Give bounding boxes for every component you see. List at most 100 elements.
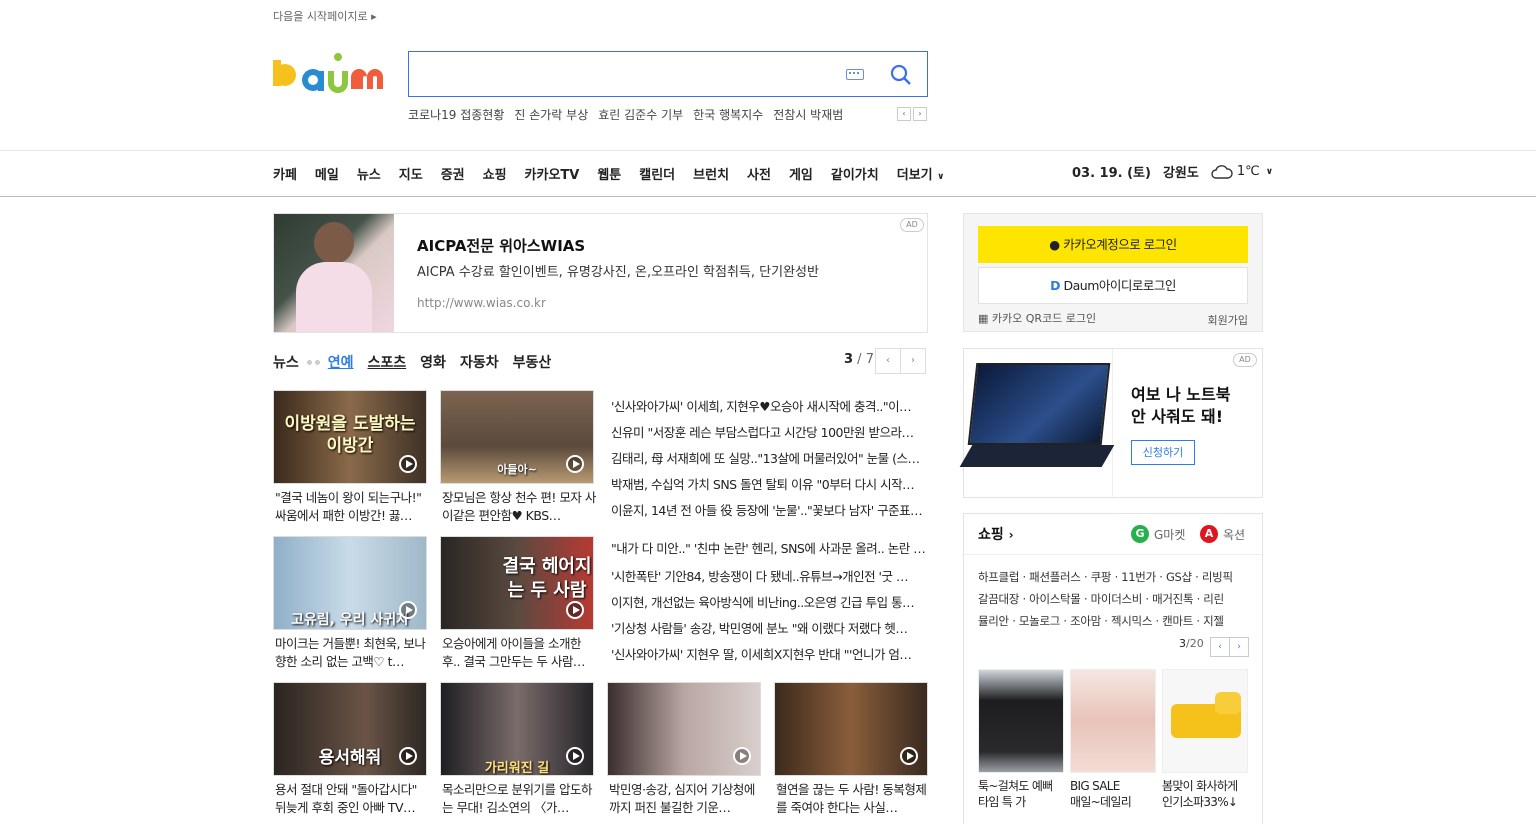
chevron-left-icon[interactable]: ‹ <box>897 107 911 121</box>
daum-login-label: Daum아이디로로그인 <box>1063 278 1176 293</box>
play-icon <box>399 747 417 765</box>
headline-link[interactable]: "내가 다 미안.." '친中 논란' 헨리, SNS에 사과문 올려.. 논란… <box>611 538 927 557</box>
tab-entertainment[interactable]: 연예 <box>328 352 354 372</box>
product-caption-line: 툭~걸쳐도 예뻐 <box>978 779 1053 793</box>
kakao-login-button[interactable]: ● 카카오계정으로 로그인 <box>978 226 1248 263</box>
nav-more-label: 더보기 <box>896 168 933 183</box>
trending-item[interactable]: 한국 행복지수 <box>693 106 763 123</box>
tab-news[interactable]: 뉴스 <box>273 352 299 372</box>
daum-login-button[interactable]: D Daum아이디로로그인 <box>978 267 1248 304</box>
video-caption[interactable]: 마이크는 거들뿐! 최현욱, 보나 향한 소리 없는 고백♡ t… <box>275 635 429 671</box>
ad-title: 여보 나 노트북 안 사줘도 돼! <box>1131 384 1230 428</box>
apply-button[interactable]: 신청하기 <box>1131 440 1195 465</box>
qr-login-link[interactable]: ▦ 카카오 QR코드 로그인 <box>978 310 1096 326</box>
search-input[interactable] <box>419 60 839 88</box>
nav-webtoon[interactable]: 웹툰 <box>597 164 621 183</box>
shop-link-row[interactable]: 갈끔대장 · 아이스탁몰 · 마이더스비 · 매거진톡 · 리린 <box>978 588 1248 610</box>
nav-news[interactable]: 뉴스 <box>357 164 381 183</box>
chevron-left-icon[interactable]: ‹ <box>1210 637 1230 657</box>
shop-page-nav: ‹ › <box>1210 637 1249 657</box>
auction-link[interactable]: A 옥션 <box>1200 525 1245 543</box>
video-caption[interactable]: 용서 절대 안돼 "돌아갑시다" 뒤늦게 후회 중인 아빠 TV… <box>275 781 429 817</box>
signup-link[interactable]: 회원가입 <box>1208 312 1248 328</box>
shopping-title[interactable]: 쇼핑 › <box>978 524 1014 544</box>
nav-game[interactable]: 게임 <box>789 164 813 183</box>
keyboard-icon[interactable] <box>846 69 864 80</box>
video-caption[interactable]: 오승아에게 아이들을 소개한 후.. 결국 그만두는 두 사람… <box>442 635 596 671</box>
page-current: 3 <box>844 352 854 367</box>
nav-kakaotv[interactable]: 카카오TV <box>525 164 580 183</box>
trending-item[interactable]: 효린 김준수 기부 <box>598 106 683 123</box>
video-caption[interactable]: 박민영·송강, 심지어 기상청에까지 퍼진 불길한 기운… <box>609 781 763 817</box>
video-thumbnail[interactable]: 이방원을 도발하는 이방간 <box>273 390 427 484</box>
video-caption[interactable]: 장모님은 항상 천수 편! 모자 사이같은 편안함♥ KBS… <box>442 489 596 525</box>
headline-link[interactable]: '시한폭탄' 기안84, 방송쟁이 다 됐네..유튜브→개인전 '굿 … <box>611 566 927 585</box>
prev-page-button[interactable]: ‹ <box>875 348 901 374</box>
shop-link-row[interactable]: 하프클럽 · 패션플러스 · 쿠팡 · 11번가 · GS샵 · 리빙픽 <box>978 566 1248 588</box>
trending-item[interactable]: 진 손가락 부상 <box>514 106 588 123</box>
headline-link[interactable]: 박재범, 수십억 가치 SNS 돌연 탈퇴 이유 "0부터 다시 시작… <box>611 474 927 493</box>
ad-image <box>274 214 394 332</box>
side-ad[interactable]: AD 여보 나 노트북 안 사줘도 돼! 신청하기 <box>959 348 1263 498</box>
banner-ad[interactable]: AD AICPA전문 위아스WIAS AICPA 수강료 할인이벤트, 유명강사… <box>273 213 928 333</box>
product-caption-line: BIG SALE <box>1070 779 1120 793</box>
video-thumbnail[interactable]: 결국 헤어지는 두 사람 <box>440 536 594 630</box>
nav-calendar[interactable]: 캘린더 <box>639 164 675 183</box>
headline-link[interactable]: 이지현, 개선없는 육아방식에 비난ing..오은영 긴급 투입 통… <box>611 592 927 611</box>
headline-link[interactable]: 이윤지, 14년 전 아들 役 등장에 '눈물'.."꽃보다 남자' 구준표… <box>611 500 927 519</box>
product-image[interactable] <box>1070 669 1156 773</box>
play-icon <box>566 747 584 765</box>
tab-sports[interactable]: 스포츠 <box>368 352 407 372</box>
nav-more[interactable]: 더보기 ∨ <box>897 164 945 183</box>
ad-title-line: 여보 나 노트북 <box>1131 385 1231 404</box>
play-icon <box>900 747 918 765</box>
nav-map[interactable]: 지도 <box>399 164 423 183</box>
trending-item[interactable]: 코로나19 접종현황 <box>408 106 504 123</box>
weather-region[interactable]: 강원도 <box>1163 162 1199 181</box>
product-caption-line: 인기소파33%↓ <box>1162 795 1238 809</box>
product-image[interactable] <box>978 669 1064 773</box>
trending-item[interactable]: 전참시 박재범 <box>773 106 843 123</box>
tab-movie[interactable]: 영화 <box>420 352 446 372</box>
nav-stock[interactable]: 증권 <box>441 164 465 183</box>
headline-link[interactable]: 김태리, 母 서재희에 또 실망.."13살에 머물러있어" 눈물 (스… <box>611 448 927 467</box>
headline-link[interactable]: '신사와아가씨' 이세희, 지현우♥오승아 새시작에 충격.."이… <box>611 396 927 415</box>
video-thumbnail[interactable]: 가리워진 길 <box>440 682 594 776</box>
shop-link-row[interactable]: 뮬리안 · 모놀로그 · 조아맘 · 젝시믹스 · 캔마트 · 지젤 <box>978 610 1248 632</box>
video-thumbnail[interactable]: 아들아~ <box>440 390 594 484</box>
product-caption[interactable]: 봄맞이 화사하게 인기소파33%↓ <box>1162 778 1248 810</box>
chevron-right-icon[interactable]: › <box>913 107 927 121</box>
headline-link[interactable]: '기상청 사람들' 송강, 박민영에 분노 "왜 이랬다 저랬다 헷… <box>611 618 927 637</box>
product-caption[interactable]: BIG SALE 매일~데일리 <box>1070 778 1156 810</box>
video-thumbnail[interactable] <box>607 682 761 776</box>
set-start-page-link[interactable]: 다음을 시작페이지로 ▸ <box>273 8 377 24</box>
video-thumbnail[interactable]: 고유림, 우리 사귀자 <box>273 536 427 630</box>
video-caption[interactable]: 목소리만으로 분위기를 압도하는 무대! 김소연의 〈가… <box>442 781 596 817</box>
headline-link[interactable]: 신유미 "서장훈 레슨 부담스럽다고 시간당 100만원 받으라… <box>611 422 927 441</box>
video-thumbnail[interactable]: 용서해줘 <box>273 682 427 776</box>
product-caption[interactable]: 툭~걸쳐도 예뻐 타임 특 가 <box>978 778 1064 810</box>
nav-shopping[interactable]: 쇼핑 <box>483 164 507 183</box>
headline-link[interactable]: '신사와아가씨' 지현우 딸, 이세희X지현우 반대 "'언니가 엄… <box>611 644 927 663</box>
gmarket-link[interactable]: G G마켓 <box>1131 525 1185 543</box>
video-caption[interactable]: 혈연을 끊는 두 사람! 동복형제를 죽여야 한다는 사실… <box>776 781 930 817</box>
divider <box>0 150 1536 151</box>
tab-realestate[interactable]: 부동산 <box>513 352 552 372</box>
daum-logo[interactable] <box>273 49 389 99</box>
nav-brunch[interactable]: 브런치 <box>693 164 729 183</box>
chevron-right-icon[interactable]: › <box>1229 637 1249 657</box>
product-image[interactable] <box>1162 669 1248 773</box>
cloud-icon <box>1211 164 1233 179</box>
video-thumbnail[interactable] <box>774 682 928 776</box>
nav-mail[interactable]: 메일 <box>315 164 339 183</box>
nav-together[interactable]: 같이가치 <box>831 164 879 183</box>
next-page-button[interactable]: › <box>900 348 926 374</box>
nav-dictionary[interactable]: 사전 <box>747 164 771 183</box>
chevron-down-icon: ∨ <box>937 172 945 182</box>
nav-cafe[interactable]: 카페 <box>273 164 297 183</box>
video-caption[interactable]: "결국 네놈이 왕이 되는구나!" 싸움에서 패한 이방간! 끓… <box>275 489 429 525</box>
search-box <box>408 51 928 97</box>
tab-car[interactable]: 자동차 <box>460 352 499 372</box>
chevron-down-icon[interactable]: ∨ <box>1266 167 1273 177</box>
search-icon[interactable] <box>889 63 913 87</box>
